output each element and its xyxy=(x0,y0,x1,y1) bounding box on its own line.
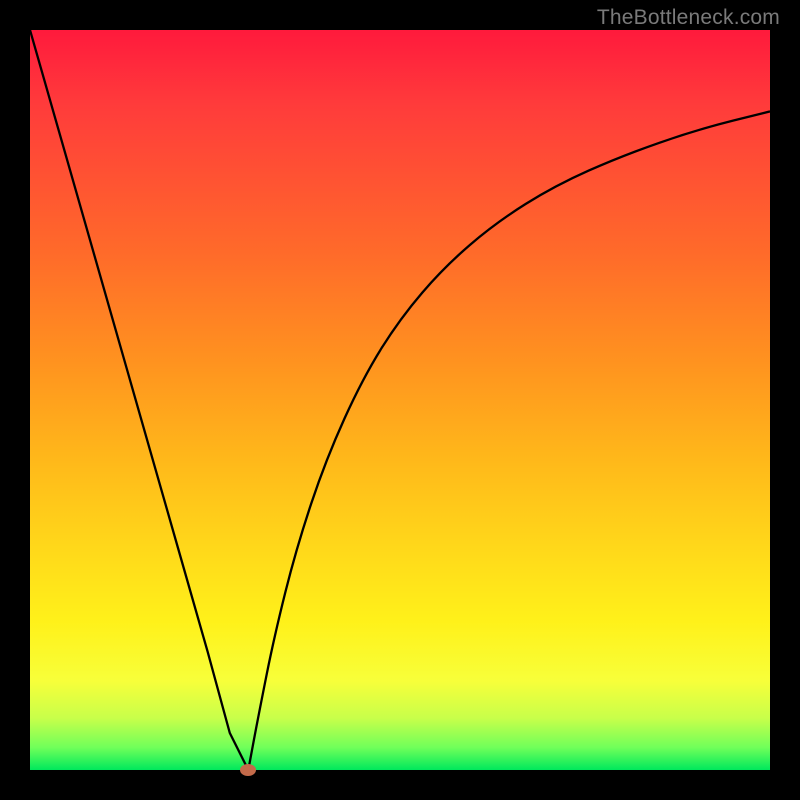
curve-path xyxy=(30,30,770,770)
chart-frame: TheBottleneck.com xyxy=(0,0,800,800)
plot-area xyxy=(30,30,770,770)
minimum-dot xyxy=(240,764,256,776)
bottleneck-curve xyxy=(30,30,770,770)
watermark-text: TheBottleneck.com xyxy=(597,6,780,30)
